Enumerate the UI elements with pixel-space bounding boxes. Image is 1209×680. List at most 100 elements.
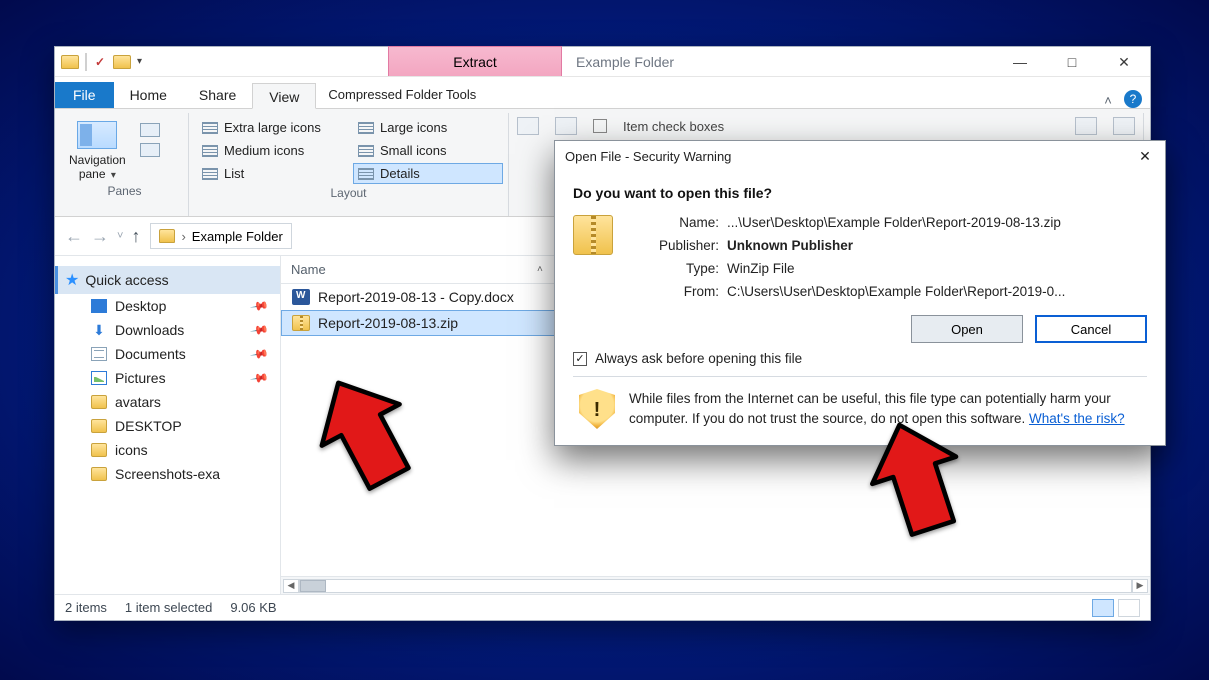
sidebar-item-documents[interactable]: Documents📌 <box>55 342 281 366</box>
recent-dropdown-icon[interactable]: ˅ <box>117 230 123 242</box>
ribbon-collapse-icon[interactable]: ˄ <box>1098 93 1118 108</box>
whats-the-risk-link[interactable]: What's the risk? <box>1029 411 1125 426</box>
sidebar-quick-access[interactable]: ★ Quick access <box>55 266 281 294</box>
view-icon <box>358 145 374 157</box>
forward-button[interactable]: → <box>91 226 109 247</box>
details-pane-icon[interactable] <box>140 143 160 157</box>
horizontal-scrollbar[interactable]: ◀ ▶ <box>281 576 1150 594</box>
layout-view-extra-large-icons[interactable]: Extra large icons <box>197 117 347 138</box>
pics-icon <box>91 371 107 385</box>
docs-icon <box>91 347 107 361</box>
back-button[interactable]: ← <box>65 226 83 247</box>
item-checkboxes-checkbox[interactable] <box>593 119 607 133</box>
sidebar-item-label: DESKTOP <box>115 418 182 434</box>
extract-contextual-tab[interactable]: Extract <box>388 46 562 76</box>
up-button[interactable]: ↑ <box>131 226 140 247</box>
docx-file-icon <box>292 289 310 305</box>
status-item-count: 2 items <box>65 600 107 615</box>
file-name: Report-2019-08-13 - Copy.docx <box>318 289 514 305</box>
view-label: Large icons <box>380 120 447 135</box>
pin-icon: 📌 <box>249 296 269 316</box>
value-type: WinZip File <box>727 261 1147 276</box>
ribbon-group-label-panes: Panes <box>69 182 180 202</box>
minimize-button[interactable]: — <box>994 47 1046 77</box>
options-icon[interactable] <box>1113 117 1135 135</box>
dialog-warning: While files from the Internet can be use… <box>573 377 1147 437</box>
sidebar-quick-access-label: Quick access <box>85 272 168 288</box>
scroll-track[interactable] <box>299 579 1132 593</box>
hide-items-icon[interactable] <box>1075 117 1097 135</box>
properties-icon[interactable] <box>93 55 107 69</box>
always-ask-row: Always ask before opening this file <box>573 351 1147 377</box>
sidebar-item-avatars[interactable]: avatars <box>55 390 281 414</box>
folder-icon <box>91 467 107 481</box>
qat-separator <box>85 53 87 71</box>
dialog-title: Open File - Security Warning <box>565 149 731 164</box>
zip-file-icon <box>292 315 310 331</box>
tab-share[interactable]: Share <box>183 82 252 108</box>
sidebar-item-downloads[interactable]: Downloads📌 <box>55 318 281 342</box>
sidebar-item-icons[interactable]: icons <box>55 438 281 462</box>
tab-compressed-folder-tools[interactable]: Compressed Folder Tools <box>316 82 488 108</box>
new-folder-icon[interactable] <box>113 55 131 69</box>
column-name[interactable]: Name <box>291 262 471 277</box>
item-checkboxes-label: Item check boxes <box>623 119 724 134</box>
scroll-thumb[interactable] <box>300 580 326 592</box>
dialog-close-button[interactable]: ✕ <box>1131 145 1159 167</box>
layout-view-large-icons[interactable]: Large icons <box>353 117 503 138</box>
dialog-buttons: Open Cancel <box>573 315 1147 343</box>
folder-icon <box>91 419 107 433</box>
tab-home[interactable]: Home <box>114 82 183 108</box>
sidebar-item-pictures[interactable]: Pictures📌 <box>55 366 281 390</box>
breadcrumb-segment[interactable]: Example Folder <box>192 229 283 244</box>
sort-by-icon[interactable] <box>517 117 539 135</box>
close-button[interactable]: ✕ <box>1098 47 1150 77</box>
sidebar-item-screenshots-exa[interactable]: Screenshots-exa <box>55 462 281 486</box>
titlebar: ▾ Extract Example Folder — □ ✕ <box>55 47 1150 77</box>
label-type: Type: <box>637 261 719 276</box>
details-view-icon[interactable] <box>1092 599 1114 617</box>
sort-asc-icon: ˄ <box>537 264 543 275</box>
layout-view-medium-icons[interactable]: Medium icons <box>197 140 347 161</box>
sidebar-item-label: Documents <box>115 346 186 362</box>
scroll-right-button[interactable]: ▶ <box>1132 579 1148 593</box>
open-button[interactable]: Open <box>911 315 1023 343</box>
layout-view-small-icons[interactable]: Small icons <box>353 140 503 161</box>
preview-pane-icon[interactable] <box>140 123 160 137</box>
layout-view-details[interactable]: Details <box>353 163 503 184</box>
help-icon[interactable]: ? <box>1124 90 1142 108</box>
folder-icon <box>91 443 107 457</box>
always-ask-checkbox[interactable] <box>573 352 587 366</box>
view-icon <box>202 145 218 157</box>
tab-file[interactable]: File <box>55 82 114 108</box>
layout-view-list[interactable]: List <box>197 163 347 184</box>
navigation-sidebar: ★ Quick access Desktop📌Downloads📌Documen… <box>55 256 281 594</box>
sidebar-item-desktop[interactable]: Desktop📌 <box>55 294 281 318</box>
navigation-pane-label: Navigation pane <box>69 153 126 181</box>
shield-warning-icon <box>579 389 615 429</box>
thumbnails-view-icon[interactable] <box>1118 599 1140 617</box>
nav-arrows: ← → ˅ ↑ <box>65 226 140 247</box>
folder-icon <box>61 55 79 69</box>
breadcrumb[interactable]: › Example Folder <box>150 223 291 249</box>
contextual-tab-area: Extract <box>388 47 562 76</box>
extra-pane-buttons[interactable] <box>140 121 160 157</box>
desktop-icon <box>91 299 107 313</box>
navigation-pane-button[interactable]: Navigation pane <box>69 121 126 182</box>
sidebar-item-desktop[interactable]: DESKTOP <box>55 414 281 438</box>
file-name: Report-2019-08-13.zip <box>318 315 458 331</box>
tab-view[interactable]: View <box>252 83 316 109</box>
pin-icon: 📌 <box>249 320 269 340</box>
dialog-titlebar: Open File - Security Warning ✕ <box>555 141 1165 171</box>
qat-dropdown-icon[interactable]: ▾ <box>137 56 142 67</box>
window-controls: — □ ✕ <box>994 47 1150 76</box>
maximize-button[interactable]: □ <box>1046 47 1098 77</box>
sidebar-item-label: Screenshots-exa <box>115 466 220 482</box>
ribbon-group-label-layout: Layout <box>197 184 500 204</box>
scroll-left-button[interactable]: ◀ <box>283 579 299 593</box>
status-size: 9.06 KB <box>230 600 276 615</box>
view-icon <box>358 122 374 134</box>
cancel-button[interactable]: Cancel <box>1035 315 1147 343</box>
group-by-icon[interactable] <box>555 117 577 135</box>
sidebar-item-label: icons <box>115 442 148 458</box>
